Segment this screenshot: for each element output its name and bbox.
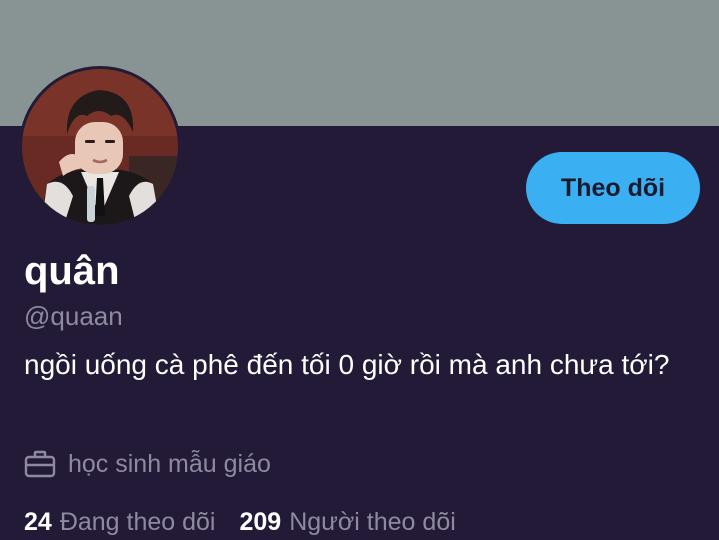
following-label: Đang theo dõi xyxy=(59,508,216,536)
follow-stats: 24 Đang theo dõi 209 Người theo dõi xyxy=(24,506,480,538)
followers-stat[interactable]: 209 Người theo dõi xyxy=(240,506,456,538)
followers-label: Người theo dõi xyxy=(289,508,456,536)
avatar-image xyxy=(22,69,178,225)
following-count: 24 xyxy=(24,508,52,536)
follow-button[interactable]: Theo dõi xyxy=(526,152,700,224)
following-stat[interactable]: 24 Đang theo dõi xyxy=(24,506,216,538)
bio-text: ngồi uống cà phê đến tối 0 giờ rồi mà an… xyxy=(24,349,670,380)
display-name: quân xyxy=(24,249,120,293)
job-label: học sinh mẫu giáo xyxy=(68,450,271,478)
followers-count: 209 xyxy=(239,508,282,536)
briefcase-icon xyxy=(24,450,56,478)
username-handle: @quaan xyxy=(24,301,123,331)
job-info: học sinh mẫu giáo xyxy=(24,448,271,480)
avatar[interactable] xyxy=(19,66,181,228)
